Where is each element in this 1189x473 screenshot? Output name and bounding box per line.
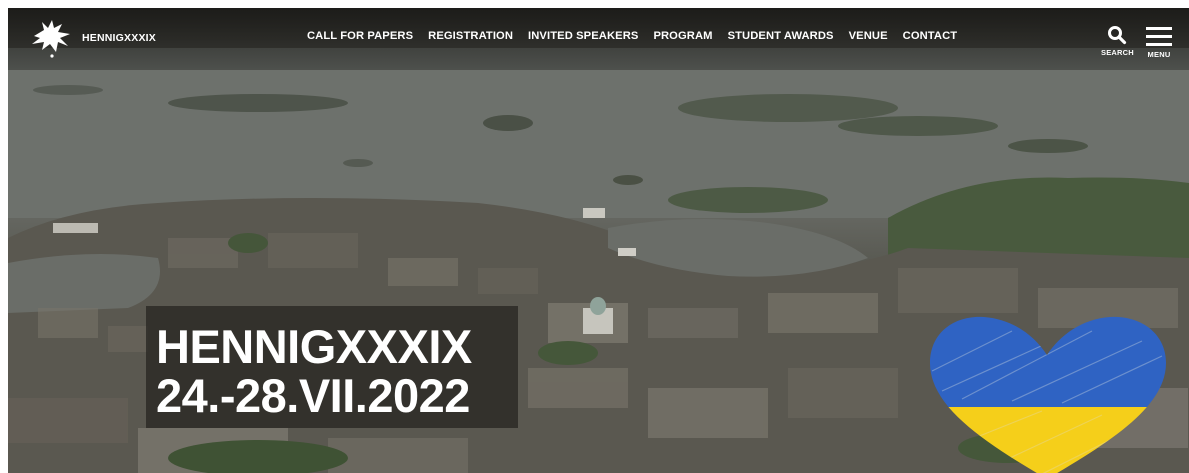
brand-name: HENNIGXXXIX <box>82 32 156 44</box>
nav-program[interactable]: PROGRAM <box>653 30 712 42</box>
nav-contact[interactable]: CONTACT <box>903 30 958 42</box>
nav-venue[interactable]: VENUE <box>849 30 888 42</box>
nav-registration[interactable]: REGISTRATION <box>428 30 513 42</box>
hero-title: HENNIGXXXIX <box>156 320 472 373</box>
menu-label: MENU <box>1147 50 1171 59</box>
search-icon <box>1108 26 1127 45</box>
site-logo[interactable]: HENNIGXXXIX <box>30 18 156 58</box>
menu-button[interactable]: MENU <box>1145 25 1173 59</box>
nav-student-awards[interactable]: STUDENT AWARDS <box>728 30 834 42</box>
sparrow-logo-icon <box>32 20 70 58</box>
ukraine-heart-icon <box>930 316 1166 473</box>
nav-call-for-papers[interactable]: CALL FOR PAPERS <box>307 30 413 42</box>
hero-title-box: HENNIGXXXIX 24.-28.VII.2022 <box>146 306 518 428</box>
hero-dates: 24.-28.VII.2022 <box>156 369 470 422</box>
search-button[interactable]: SEARCH <box>1101 25 1134 57</box>
hero-banner: HENNIGXXXIX CALL FOR PAPERS REGISTRATION… <box>8 8 1189 473</box>
search-label: SEARCH <box>1101 48 1134 57</box>
nav-invited-speakers[interactable]: INVITED SPEAKERS <box>528 30 638 42</box>
main-nav: CALL FOR PAPERS REGISTRATION INVITED SPE… <box>307 30 972 42</box>
hamburger-menu-icon <box>1146 27 1172 46</box>
page: HENNIGXXXIX CALL FOR PAPERS REGISTRATION… <box>0 0 1189 473</box>
